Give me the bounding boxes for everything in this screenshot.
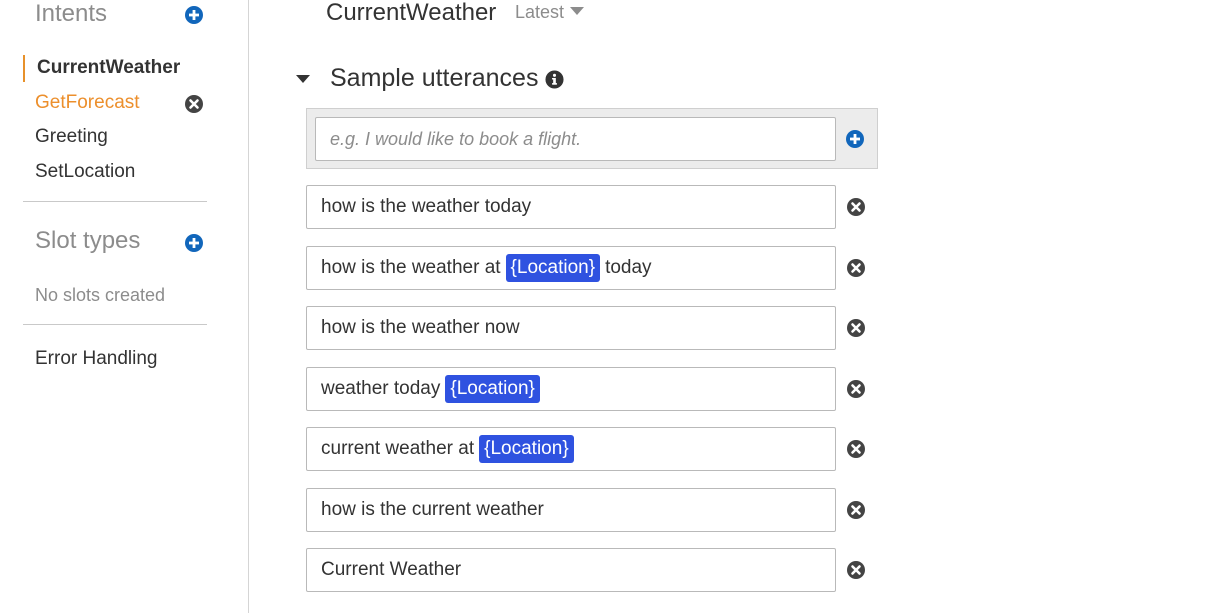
intents-heading: Intents — [35, 0, 108, 27]
delete-utterance-icon[interactable] — [846, 500, 866, 520]
slot-tag[interactable]: {Location} — [505, 253, 601, 283]
utterance-row[interactable]: current weather at {Location} — [306, 427, 836, 471]
collapse-caret-icon[interactable] — [296, 75, 310, 83]
utterance-text: Current Weather — [321, 559, 462, 580]
sidebar-item-setlocation[interactable]: SetLocation — [35, 161, 135, 183]
sidebar-item-getforecast[interactable]: GetForecast — [35, 92, 140, 114]
utterance-row[interactable]: Current Weather — [306, 548, 836, 592]
sidebar-item-currentweather[interactable]: CurrentWeather — [37, 57, 180, 79]
version-label: Latest — [515, 2, 565, 22]
new-utterance-input[interactable] — [315, 117, 836, 161]
add-slot-type-icon[interactable] — [184, 233, 204, 253]
no-slots-text: No slots created — [35, 285, 166, 305]
version-dropdown[interactable]: Latest — [515, 2, 585, 23]
active-intent-indicator — [23, 55, 25, 82]
delete-intent-icon[interactable] — [184, 94, 204, 114]
chevron-down-icon — [570, 7, 585, 15]
utterance-text: weather today — [321, 378, 441, 399]
utterance-row[interactable]: how is the weather now — [306, 306, 836, 350]
sample-utterances-title: Sample utterances — [330, 64, 539, 92]
info-icon[interactable] — [545, 70, 564, 89]
new-utterance-panel — [306, 108, 878, 169]
delete-utterance-icon[interactable] — [846, 258, 866, 278]
utterance-text: how is the weather now — [321, 317, 520, 338]
delete-utterance-icon[interactable] — [846, 197, 866, 217]
delete-utterance-icon[interactable] — [846, 379, 866, 399]
delete-utterance-icon[interactable] — [846, 318, 866, 338]
intent-title: CurrentWeather — [326, 0, 497, 26]
slot-tag[interactable]: {Location} — [479, 434, 574, 464]
utterance-text: how is the weather today — [321, 196, 532, 217]
delete-utterance-icon[interactable] — [846, 439, 866, 459]
utterance-text: how is the weather at — [321, 257, 501, 278]
sidebar-divider — [23, 201, 207, 202]
delete-utterance-icon[interactable] — [846, 560, 866, 580]
utterance-text: today — [605, 257, 652, 278]
sidebar: Intents CurrentWeather GetForecast Greet… — [0, 0, 249, 613]
add-intent-icon[interactable] — [184, 5, 204, 25]
sidebar-divider — [23, 324, 207, 325]
sidebar-item-error-handling[interactable]: Error Handling — [35, 348, 158, 370]
sidebar-item-greeting[interactable]: Greeting — [35, 126, 108, 148]
utterance-text: how is the current weather — [321, 499, 544, 520]
slot-types-heading: Slot types — [35, 227, 141, 254]
slot-tag[interactable]: {Location} — [445, 374, 540, 404]
utterance-text: current weather at — [321, 438, 475, 459]
utterance-row[interactable]: how is the current weather — [306, 488, 836, 532]
add-utterance-icon[interactable] — [845, 129, 865, 149]
utterance-row[interactable]: how is the weather today — [306, 185, 836, 229]
utterance-row[interactable]: how is the weather at {Location} today — [306, 246, 836, 290]
utterance-row[interactable]: weather today {Location} — [306, 367, 836, 411]
